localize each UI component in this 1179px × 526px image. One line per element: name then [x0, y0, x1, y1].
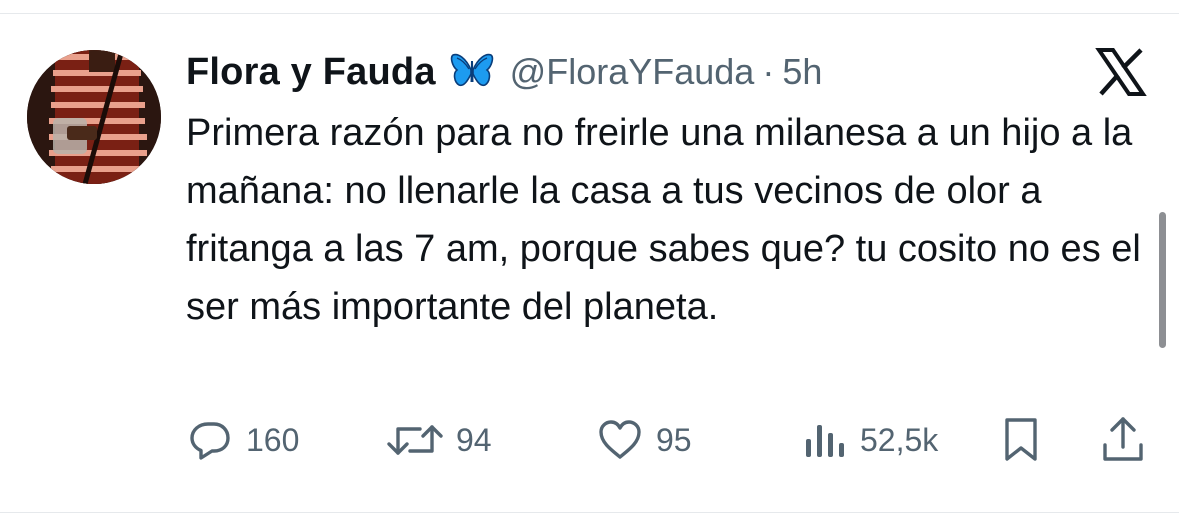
share-button[interactable] [1100, 414, 1146, 466]
reply-count: 160 [246, 421, 300, 458]
top-divider [0, 13, 1179, 14]
views-button[interactable]: 52,5k [802, 414, 938, 466]
repost-count: 94 [456, 421, 492, 458]
tweet-header: Flora y Fauda @FloraYFauda · 5h [186, 44, 822, 100]
like-button[interactable]: 95 [596, 414, 692, 466]
like-count: 95 [656, 421, 692, 458]
x-logo-icon[interactable] [1093, 46, 1149, 98]
heart-icon [596, 417, 644, 463]
avatar[interactable] [27, 50, 161, 184]
repost-icon [386, 417, 444, 463]
timestamp[interactable]: 5h [782, 51, 822, 93]
scrollbar-thumb[interactable] [1159, 212, 1166, 348]
views-chart-icon [802, 417, 848, 463]
bookmark-button[interactable] [998, 414, 1044, 466]
butterfly-icon [450, 52, 494, 92]
views-count: 52,5k [860, 421, 939, 458]
repost-button[interactable]: 94 [386, 414, 492, 466]
separator-dot: · [762, 51, 775, 92]
tweet-text: Primera razón para no freirle una milane… [186, 112, 1141, 328]
display-name[interactable]: Flora y Fauda [186, 51, 436, 94]
share-icon [1100, 415, 1146, 465]
reply-button[interactable]: 160 [188, 414, 299, 466]
bookmark-icon [998, 415, 1044, 465]
user-handle[interactable]: @FloraYFauda [510, 51, 755, 93]
reply-icon [188, 417, 234, 463]
bottom-divider [0, 512, 1179, 513]
